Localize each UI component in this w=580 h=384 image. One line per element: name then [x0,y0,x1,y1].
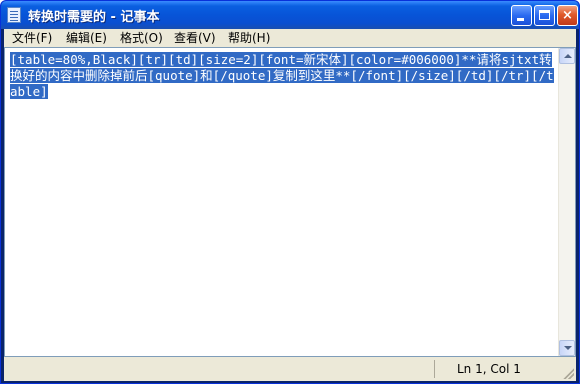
status-divider [434,360,435,378]
cursor-position: Ln 1, Col 1 [457,362,521,376]
close-icon: × [562,8,573,23]
selected-text[interactable]: [table=80%,Black][tr][td][size=2][font=新… [10,52,554,99]
maximize-button[interactable] [534,5,555,26]
menu-help[interactable]: 帮助(H) [225,30,273,46]
vertical-scrollbar[interactable] [558,48,575,356]
maximize-icon [539,10,550,20]
menu-file[interactable]: 文件(F) [9,30,55,46]
editor-content[interactable]: [table=80%,Black][tr][td][size=2][font=新… [10,52,555,100]
minimize-icon [517,18,524,21]
menu-format[interactable]: 格式(O) [117,30,166,46]
scroll-down-button[interactable] [559,340,575,356]
menu-bar: 文件(F) 编辑(E) 格式(O) 查看(V) 帮助(H) [4,29,576,47]
window-title: 转换时需要的 - 记事本 [28,10,160,25]
menu-view[interactable]: 查看(V) [171,30,219,46]
menu-edit[interactable]: 编辑(E) [63,30,110,46]
minimize-button[interactable] [511,5,532,26]
status-bar: Ln 1, Col 1 [4,357,576,381]
arrow-up-icon [564,54,572,58]
scroll-up-button[interactable] [559,48,575,64]
text-editor[interactable]: [table=80%,Black][tr][td][size=2][font=新… [4,47,576,357]
notepad-window: 转换时需要的 - 记事本 × 文件(F) 编辑(E) 格式(O) 查看(V) 帮… [0,0,580,384]
resize-grip-icon[interactable] [562,367,574,379]
notepad-app-icon[interactable] [7,7,21,23]
arrow-down-icon [564,346,572,350]
title-bar[interactable]: 转换时需要的 - 记事本 × [1,1,579,29]
close-button[interactable]: × [557,5,578,26]
